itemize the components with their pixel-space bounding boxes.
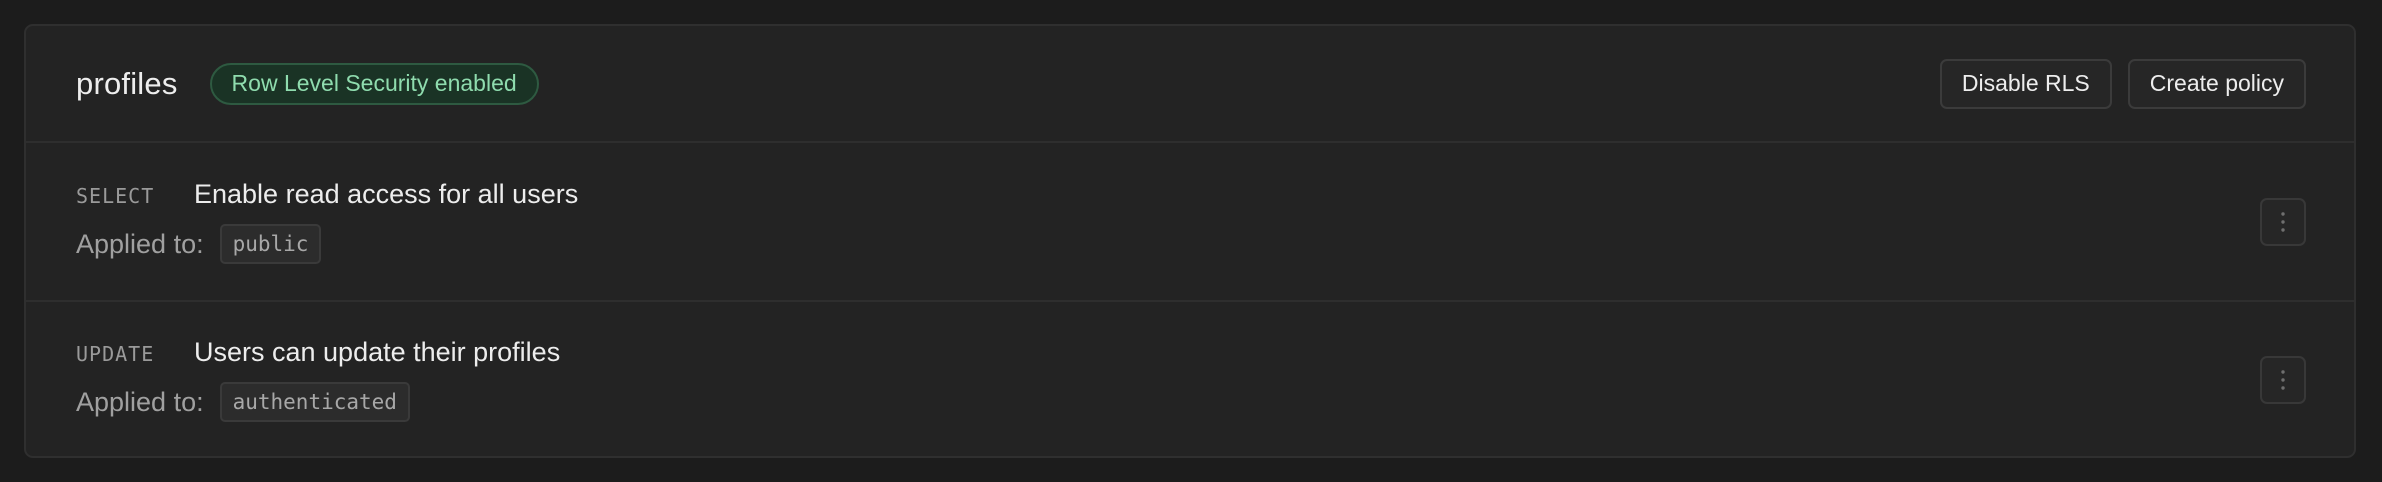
table-name: profiles	[76, 65, 178, 101]
policy-card-header: profiles Row Level Security enabled Disa…	[26, 26, 2354, 143]
more-vertical-icon	[2280, 211, 2286, 233]
policy-card: profiles Row Level Security enabled Disa…	[24, 24, 2356, 458]
policy-row: UPDATE Users can update their profiles A…	[26, 300, 2354, 456]
policy-name: Enable read access for all users	[194, 179, 579, 209]
policy-command: SELECT	[76, 184, 155, 208]
disable-rls-button[interactable]: Disable RLS	[1939, 58, 2112, 109]
applied-to-label: Applied to:	[76, 386, 204, 417]
create-policy-button[interactable]: Create policy	[2127, 58, 2306, 109]
policy-applied-line: Applied to: public	[76, 224, 578, 264]
policy-row: SELECT Enable read access for all users …	[26, 143, 2354, 300]
policy-command: UPDATE	[76, 342, 155, 366]
applied-to-label: Applied to:	[76, 228, 204, 259]
policy-title-line: UPDATE Users can update their profiles	[76, 337, 560, 368]
policy-actions-button[interactable]	[2260, 355, 2306, 404]
policy-actions-button[interactable]	[2260, 197, 2306, 246]
more-vertical-icon	[2280, 369, 2286, 391]
policy-applied-line: Applied to: authenticated	[76, 382, 560, 422]
policy-name: Users can update their profiles	[194, 337, 561, 367]
rls-status-badge: Row Level Security enabled	[209, 62, 539, 105]
policy-title-line: SELECT Enable read access for all users	[76, 179, 578, 210]
policy-info: UPDATE Users can update their profiles A…	[76, 337, 560, 422]
role-chip: public	[219, 224, 322, 264]
role-chip: authenticated	[219, 382, 410, 422]
policy-info: SELECT Enable read access for all users …	[76, 179, 578, 264]
